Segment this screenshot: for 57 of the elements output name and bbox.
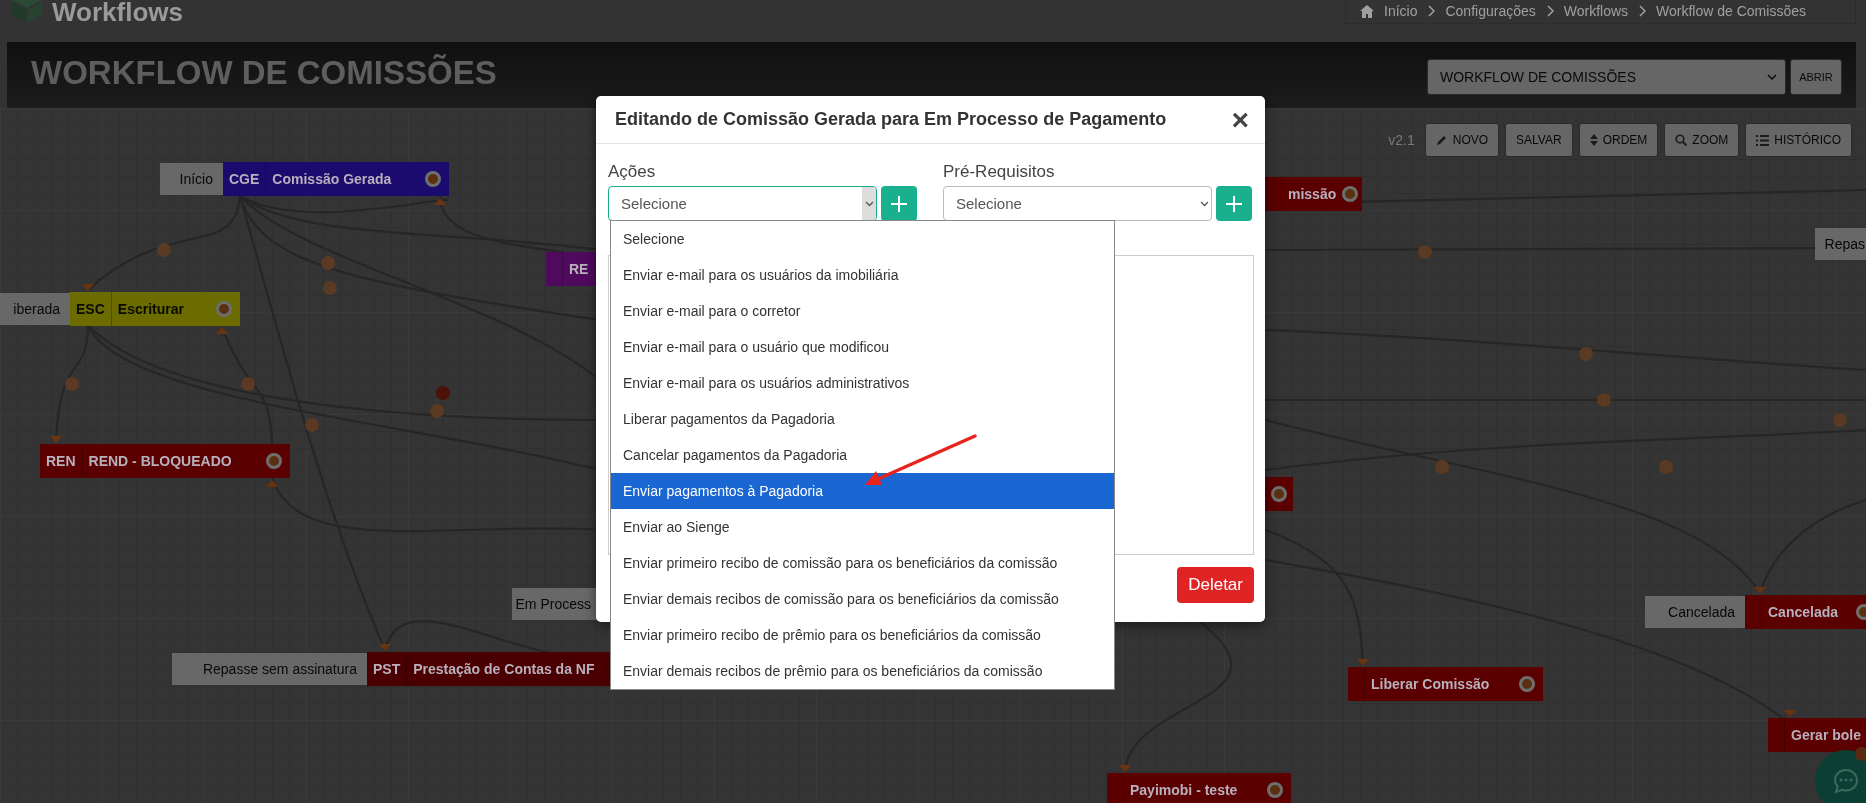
state-label: Cancelada <box>1645 596 1745 628</box>
workflow-node[interactable]: Liberar Comissão <box>1348 667 1543 701</box>
dropdown-option[interactable]: Enviar primeiro recibo de prêmio para os beneficiários da comissão <box>611 617 1114 653</box>
dropdown-option[interactable]: Cancelar pagamentos da Pagadoria <box>611 437 1114 473</box>
toolbar-button[interactable]: HISTÓRICO <box>1745 123 1852 157</box>
state-label: Repas <box>1815 228 1866 260</box>
node-title: Escriturar <box>117 301 184 317</box>
delete-button[interactable]: Deletar <box>1177 567 1254 603</box>
toolbar-button[interactable]: ORDEM <box>1578 123 1659 157</box>
workflow-node[interactable]: Gerar bole <box>1768 718 1866 752</box>
node-title: Prestação de Contas da NF <box>413 661 595 677</box>
workflow-node[interactable]: Payimobi - teste <box>1107 773 1291 803</box>
node-title: REND - BLOQUEADO <box>88 453 232 469</box>
dropdown-option[interactable]: Liberar pagamentos da Pagadoria <box>611 401 1114 437</box>
node-title: Liberar Comissão <box>1371 676 1490 692</box>
dropdown-option[interactable]: Enviar demais recibos de comissão para os beneficiários da comissão <box>611 581 1114 617</box>
state-label: Início <box>160 163 223 195</box>
dropdown-option[interactable]: Selecione <box>611 221 1114 257</box>
field-label: Pré-Requisitos <box>943 162 1056 182</box>
breadcrumb-link[interactable]: Workflows <box>1563 3 1629 19</box>
version-label: v2.1 <box>1388 132 1415 148</box>
node-title: Gerar bole <box>1791 727 1862 743</box>
node-code: ESC <box>76 301 105 317</box>
dropdown-option[interactable]: Enviar pagamentos à Pagadoria <box>611 473 1114 509</box>
page-title: Workflows <box>52 0 183 28</box>
workflow-node[interactable]: ESC Escriturar <box>70 292 240 326</box>
dropdown-option[interactable]: Enviar e-mail para o usuário que modificou <box>611 329 1114 365</box>
workflow-node[interactable]: Cancelada <box>1745 595 1866 629</box>
node-code: REN <box>46 453 76 469</box>
workflow-node[interactable]: REN REND - BLOQUEADO <box>40 444 290 478</box>
node-title: missão <box>1288 186 1337 202</box>
dropdown-option[interactable]: Enviar e-mail para os usuários administrativos <box>611 365 1114 401</box>
close-button[interactable]: × <box>1231 104 1249 135</box>
dropdown-option[interactable]: Enviar e-mail para o corretor <box>611 293 1114 329</box>
node-code: CGE <box>229 171 260 187</box>
state-label: iberada <box>0 293 70 325</box>
node-title: Comissão Gerada <box>272 171 392 187</box>
state-label: Repasse sem assinatura <box>172 653 367 685</box>
dialog-title: Editando de Comissão Gerada para Em Processo de Pagamento <box>615 109 1167 130</box>
breadcrumb-link[interactable]: Configurações <box>1445 3 1536 19</box>
field-label: Ações <box>608 162 657 182</box>
node-title: Payimobi - teste <box>1130 782 1238 798</box>
node-code: PST <box>373 661 401 677</box>
node-title: Cancelada <box>1768 604 1839 620</box>
toolbar-button[interactable]: SALVAR <box>1505 123 1573 157</box>
breadcrumb-link[interactable]: Início <box>1384 3 1418 19</box>
workflow-node[interactable]: RE <box>546 252 596 286</box>
workflow-node[interactable]: CGE Comissão Gerada <box>223 162 449 196</box>
dropdown-option[interactable]: Enviar primeiro recibo de comissão para os beneficiários da comissão <box>611 545 1114 581</box>
workflow-title: WORKFLOW DE COMISSÕES <box>31 54 497 92</box>
breadcrumb-link[interactable]: Workflow de Comissões <box>1656 3 1806 19</box>
workflow-node[interactable]: missão <box>1265 177 1362 211</box>
toolbar-button[interactable]: NOVO <box>1424 123 1500 157</box>
toolbar-button[interactable]: ZOOM <box>1664 123 1740 157</box>
node-title: RE <box>569 261 589 277</box>
dropdown-option[interactable]: Enviar ao Sienge <box>611 509 1114 545</box>
dropdown-option[interactable]: Enviar e-mail para os usuários da imobiliária <box>611 257 1114 293</box>
